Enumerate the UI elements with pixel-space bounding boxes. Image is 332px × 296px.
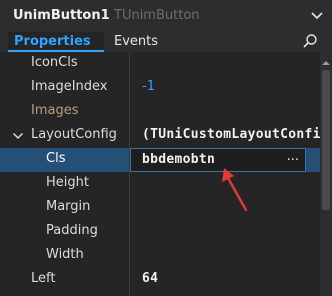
- property-name: Cls: [46, 151, 66, 166]
- property-row[interactable]: Margin: [0, 196, 320, 220]
- chevron-down-icon[interactable]: [308, 7, 326, 25]
- property-value[interactable]: (TUniCustomLayoutConfig): [142, 127, 320, 142]
- property-row[interactable]: Padding: [0, 220, 320, 244]
- cls-value[interactable]: bbdemobtn: [142, 152, 215, 167]
- scroll-thumb[interactable]: [322, 70, 330, 210]
- property-row[interactable]: Width: [0, 244, 320, 268]
- component-type: TUnimButton: [114, 8, 200, 23]
- property-name: ImageIndex: [31, 79, 108, 94]
- ellipsis-button[interactable]: ...: [287, 149, 299, 164]
- chevron-down-icon[interactable]: [12, 130, 24, 142]
- property-name: LayoutConfig: [31, 127, 117, 142]
- property-grid: IconCls ImageIndex -1 Images LayoutConfi…: [0, 52, 320, 296]
- property-row[interactable]: Height: [0, 172, 320, 196]
- property-row[interactable]: ImageIndex -1: [0, 76, 320, 100]
- inspector-tabs: Properties Events: [0, 32, 332, 52]
- property-row[interactable]: IconCls: [0, 52, 320, 76]
- cls-value-editor[interactable]: bbdemobtn ...: [130, 148, 306, 172]
- property-name: IconCls: [31, 55, 78, 70]
- component-name: UnimButton1: [13, 8, 110, 23]
- property-name: Padding: [46, 223, 98, 238]
- scroll-up-arrow-icon[interactable]: [322, 56, 330, 65]
- object-inspector: UnimButton1 TUnimButton Properties Event…: [0, 0, 332, 296]
- property-row[interactable]: Left 64: [0, 268, 320, 292]
- search-icon[interactable]: [302, 33, 318, 49]
- property-value[interactable]: -1: [142, 79, 155, 94]
- component-header[interactable]: UnimButton1 TUnimButton: [0, 0, 332, 32]
- property-name: Width: [46, 247, 84, 262]
- tab-events[interactable]: Events: [108, 32, 164, 52]
- property-name: Height: [46, 175, 89, 190]
- vertical-scrollbar[interactable]: [320, 52, 332, 296]
- property-name: Left: [31, 271, 56, 286]
- column-divider[interactable]: [129, 52, 130, 296]
- property-row-layoutconfig[interactable]: LayoutConfig (TUniCustomLayoutConfig): [0, 124, 320, 148]
- property-name: Margin: [46, 199, 91, 214]
- property-name: Images: [31, 103, 79, 118]
- property-value[interactable]: 64: [142, 271, 158, 286]
- property-row[interactable]: Images: [0, 100, 320, 124]
- property-row-cls[interactable]: Cls bbdemobtn ...: [0, 148, 320, 172]
- tab-properties[interactable]: Properties: [8, 32, 104, 52]
